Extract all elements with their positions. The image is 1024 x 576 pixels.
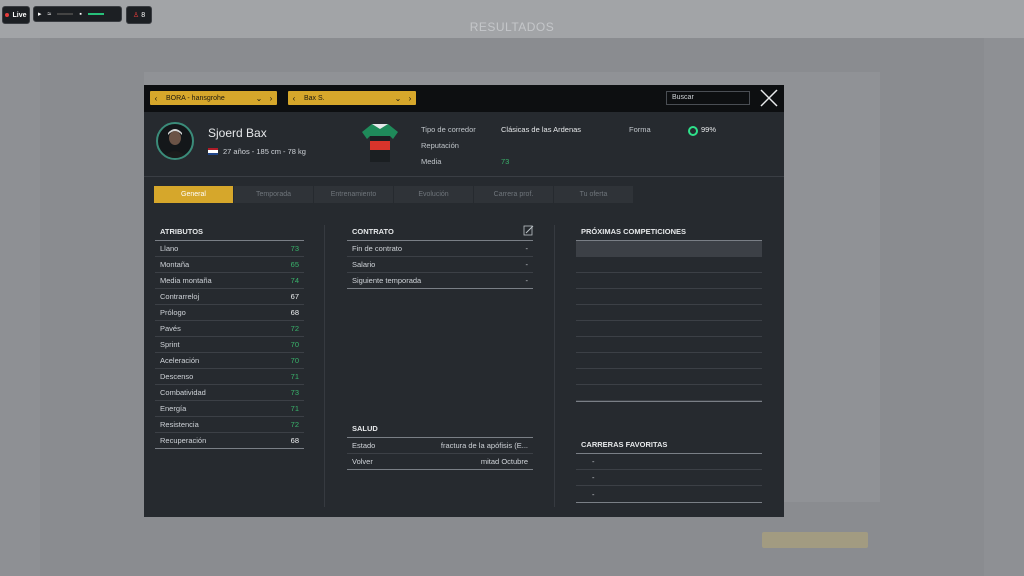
rider-header: Sjoerd Bax 27 años - 185 cm - 78 kg Tipo… [144,112,784,177]
chevron-left-icon[interactable]: ‹ [288,94,300,103]
competition-row[interactable] [576,241,762,257]
energy-bar [87,13,104,15]
status-bar-empty [57,13,74,15]
live-dot-icon [5,13,10,17]
competition-row[interactable] [576,289,762,305]
live-indicator[interactable]: Live [2,6,30,24]
competition-row[interactable] [576,385,762,401]
riders-counter[interactable]: ♙ 8 [126,6,152,24]
competition-row[interactable] [576,321,762,337]
close-icon[interactable] [758,87,780,109]
atributos-title: ATRIBUTOS [160,227,204,236]
rider-icon: ♙ [132,12,140,19]
profile-tabs: General Temporada Entrenamiento Evolució… [154,186,634,203]
chevron-right-icon[interactable]: › [404,94,416,103]
tab-tu-oferta[interactable]: Tu oferta [554,186,633,203]
chevron-right-icon[interactable]: › [265,94,277,103]
column-divider [324,225,325,507]
health-row: Volver mitad Octubre [347,454,533,470]
favorite-race-row: - [576,454,762,470]
column-divider [554,225,555,507]
riders-count: 8 [141,11,146,19]
competition-row[interactable] [576,337,762,353]
tab-temporada[interactable]: Temporada [234,186,313,203]
chevron-left-icon[interactable]: ‹ [150,94,162,103]
rider-selector[interactable]: ‹ Bax S. ⌄ › [288,91,416,105]
contract-row: Fin de contrato - [347,241,533,257]
rider-avatar [156,122,194,160]
salud-list: Estado fractura de la apófisis (E... Volv… [347,437,533,470]
attribute-row: Combatividad 73 [155,385,304,401]
favorite-race-row: - [592,489,595,499]
favoritas-title: CARRERAS FAVORITAS [581,440,668,449]
team-selector-label: BORA - hansgrohe [166,94,225,102]
atributos-list: Llano 73 Montaña 65 Media montaña 74 Contra… [155,240,304,449]
attribute-row: Prólogo 68 [155,305,304,321]
attribute-row: Descenso 71 [155,369,304,385]
chat-icon: ▪ [79,10,82,18]
live-label: Live [12,11,27,19]
proximas-title: PRÓXIMAS COMPETICIONES [581,227,687,236]
attribute-row: Media montaña 74 [155,273,304,289]
tab-general[interactable]: General [154,186,233,203]
favoritas-list: - - - [576,453,762,503]
team-selector[interactable]: ‹ BORA - hansgrohe ⌄ › [150,91,277,105]
team-jersey-icon [362,124,398,162]
tab-carrera-prof[interactable]: Carrera prof. [474,186,553,203]
competition-row[interactable] [576,273,762,289]
media-value: 73 [501,157,510,166]
contrato-title: CONTRATO [352,227,394,236]
rider-profile-modal: ‹ BORA - hansgrohe ⌄ › ‹ Bax S. ⌄ › Busc… [144,85,784,517]
chevron-down-icon[interactable]: ⌄ [253,94,265,103]
tab-evolucion[interactable]: Evolución [394,186,473,203]
attribute-row: Llano 73 [155,241,304,257]
tab-entrenamiento[interactable]: Entrenamiento [314,186,393,203]
contract-row: Siguiente temporada - [347,273,533,289]
edit-contract-icon[interactable] [523,225,534,236]
proximas-list [576,240,762,402]
contract-row: Salario - [347,257,533,273]
reputacion-label: Reputación [421,141,459,150]
modal-topbar: ‹ BORA - hansgrohe ⌄ › ‹ Bax S. ⌄ › Busc… [144,85,784,112]
rider-selector-label: Bax S. [304,94,325,102]
forma-ring-icon [688,126,698,136]
salud-title: SALUD [352,424,378,433]
wind-icon: ≈ [47,10,52,18]
competition-row[interactable] [576,353,762,369]
camera-icon: ▸ [38,11,42,18]
attribute-row: Energía 71 [155,401,304,417]
health-row: Estado fractura de la apófisis (E... [347,438,533,454]
tipo-label: Tipo de corredor [421,125,476,134]
contrato-list: Fin de contrato - Salario - Siguiente temp… [347,240,533,289]
forma-label: Forma [629,125,651,134]
background-button [762,532,868,548]
media-label: Media [421,157,442,166]
attribute-row: Resistencia 72 [155,417,304,433]
search-input[interactable]: Buscar [666,91,750,105]
hud-status-bar: ▸ ≈ ▪ [33,6,122,22]
competition-row[interactable] [576,369,762,385]
attribute-row: Recuperación 68 [155,433,304,449]
rider-name: Sjoerd Bax [208,126,267,140]
attribute-row: Pavés 72 [155,321,304,337]
tipo-value: Clásicas de las Ardenas [501,125,582,134]
background-title: RESULTADOS [469,20,555,34]
rider-meta: 27 años - 185 cm - 78 kg [223,147,306,156]
forma-value: 99% [701,125,717,134]
netherlands-flag-icon [208,148,218,155]
chevron-down-icon[interactable]: ⌄ [392,94,404,103]
attribute-row: Sprint 70 [155,337,304,353]
attribute-row: Contrarreloj 67 [155,289,304,305]
competition-row[interactable] [576,257,762,273]
attribute-row: Aceleración 70 [155,353,304,369]
competition-row[interactable] [576,305,762,321]
favorite-race-row: - [576,470,762,486]
attribute-row: Montaña 65 [155,257,304,273]
